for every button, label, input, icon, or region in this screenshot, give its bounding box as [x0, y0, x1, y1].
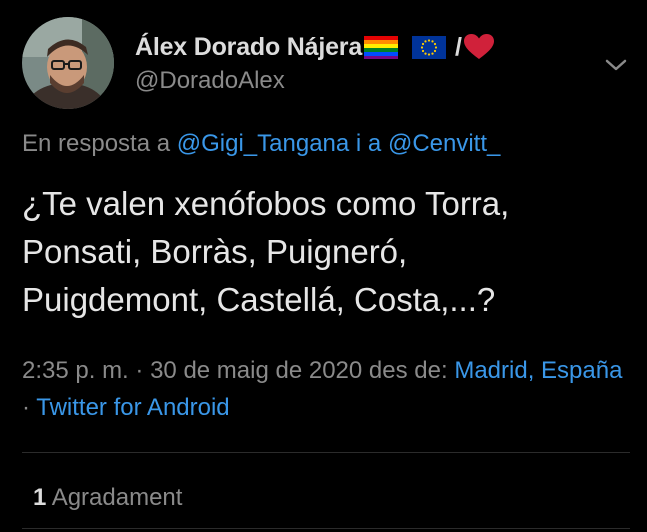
reply-prefix: En resposta a	[22, 130, 171, 157]
mention-link-gigi-tangana[interactable]: @Gigi_Tangana	[177, 130, 349, 157]
likes-label: Agradament	[51, 484, 183, 511]
divider-bottom	[22, 528, 630, 529]
tweet-text: ¿Te valen xenófobos como Torra, Ponsati,…	[22, 185, 510, 318]
eu-flag-icon	[412, 35, 447, 59]
mention-link-cenvitt[interactable]: @Cenvitt_	[388, 130, 500, 157]
name-separator: /	[455, 32, 462, 61]
author-name-row[interactable]: Álex Dorado Nájera /	[135, 30, 494, 64]
tweet-meta: 2:35 p. m. · 30 de maig de 2020 des de: …	[22, 352, 632, 426]
meta-separator-2: ·	[22, 394, 30, 421]
red-heart-icon	[464, 34, 494, 60]
likes-count: 1	[33, 484, 47, 511]
display-name[interactable]: Álex Dorado Nájera	[135, 33, 362, 62]
rainbow-flag-icon	[364, 35, 399, 59]
likes-stat[interactable]: 1 Agradament	[33, 484, 182, 512]
source-link[interactable]: Twitter for Android	[36, 394, 229, 421]
reply-context: En resposta a @Gigi_Tangana i a @Cenvitt…	[22, 130, 500, 158]
meta-separator: ·	[135, 357, 144, 384]
tweet-time[interactable]: 2:35 p. m.	[22, 357, 129, 384]
tweet-date[interactable]: 30 de maig de 2020	[150, 357, 362, 384]
divider	[22, 452, 630, 453]
chevron-down-icon[interactable]	[604, 55, 628, 75]
source-prefix: des de:	[368, 357, 448, 384]
location-link[interactable]: Madrid, España	[454, 357, 622, 384]
avatar[interactable]	[22, 17, 114, 109]
reply-connector: i a	[355, 130, 382, 157]
author-handle[interactable]: @DoradoAlex	[135, 67, 285, 95]
avatar-image	[22, 17, 114, 109]
